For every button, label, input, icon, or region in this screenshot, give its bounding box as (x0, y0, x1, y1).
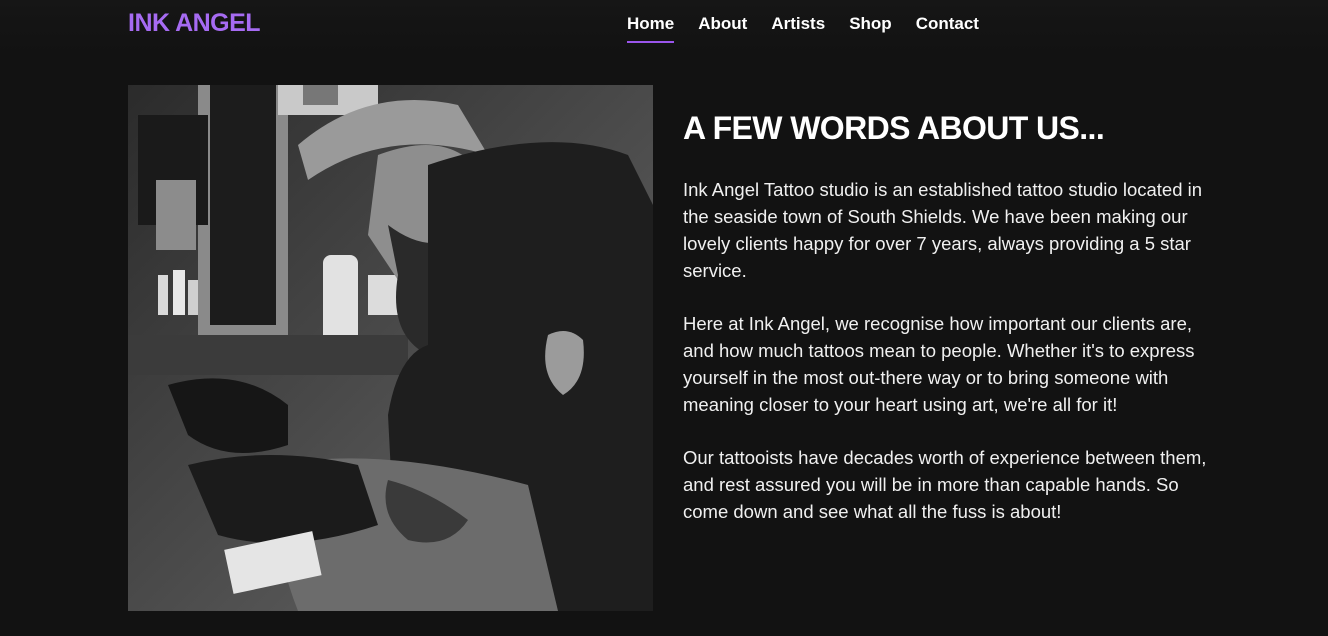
nav-about[interactable]: About (698, 14, 747, 39)
about-paragraph-2: Here at Ink Angel, we recognise how impo… (683, 313, 1195, 415)
main-nav: Home About Artists Shop Contact (627, 14, 1003, 43)
tattoo-artist-photo (128, 85, 653, 611)
nav-home[interactable]: Home (627, 14, 675, 43)
nav-contact[interactable]: Contact (916, 14, 979, 39)
nav-artists[interactable]: Artists (771, 14, 825, 39)
nav-shop[interactable]: Shop (849, 14, 892, 39)
about-section: A FEW WORDS ABOUT US... Ink Angel Tattoo… (683, 110, 1213, 525)
about-paragraph-1: Ink Angel Tattoo studio is an establishe… (683, 179, 1203, 281)
about-paragraph-3: Our tattooists have decades worth of exp… (683, 447, 1207, 522)
site-logo[interactable]: INK ANGEL (128, 9, 261, 38)
site-header: INK ANGEL Home About Artists Shop Contac… (0, 0, 1328, 58)
photo-illustration (128, 85, 653, 611)
about-heading: A FEW WORDS ABOUT US... (683, 110, 1105, 146)
